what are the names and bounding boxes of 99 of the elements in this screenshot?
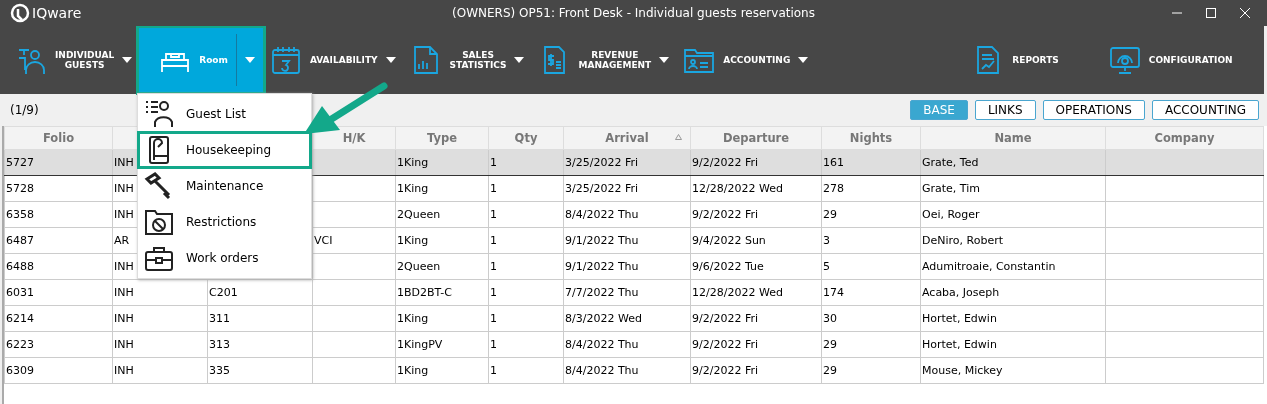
table-cell: 1 [488,227,564,254]
toolbar-button[interactable]: SALES STATISTICS [402,28,532,92]
table-cell: 9/2/2022 Fri [690,305,822,332]
column-header[interactable]: Type [395,126,489,150]
record-count: (1/9) [10,103,39,117]
table-cell: 1 [488,253,564,280]
table-cell: 29 [821,201,921,228]
table-cell: 6358 [4,201,113,228]
table-cell: 174 [821,279,921,306]
table-cell: 1King [395,149,489,176]
table-cell: 1BD2BT-C [395,279,489,306]
table-cell: 1King [395,305,489,332]
table-cell: 1 [488,305,564,332]
table-cell: Hortet, Edwin [920,331,1106,358]
table-cell: 9/2/2022 Fri [690,357,822,384]
table-cell: 8/4/2022 Thu [563,201,691,228]
table-cell: 313 [207,331,313,358]
table-cell: 2Queen [395,201,489,228]
app-name: IQware [32,5,82,21]
close-icon[interactable] [1239,7,1251,19]
toolbar-button[interactable]: INDIVIDUAL GUESTS [8,28,140,92]
view-tab[interactable]: ACCOUNTING [1151,100,1259,120]
table-cell: 1 [488,175,564,202]
table-cell: Grate, Ted [920,149,1106,176]
table-cell: 1 [488,331,564,358]
table-cell: 1 [488,279,564,306]
column-header[interactable]: Folio [4,126,113,150]
table-cell: 2Queen [395,253,489,280]
table-cell: 29 [821,357,921,384]
table-cell: INH [112,331,208,358]
config-icon [1108,44,1141,76]
table-cell: 8/4/2022 Thu [563,357,691,384]
toolbar-button[interactable]: REPORTS [965,28,1066,92]
window-title: (OWNERS) OP51: Front Desk - Individual guests reservations [452,6,815,20]
column-header[interactable]: Qty [488,126,564,150]
table-cell: Hortet, Edwin [920,305,1106,332]
table-cell: 9/2/2022 Fri [690,201,822,228]
table-cell: 1King [395,357,489,384]
table-cell: 5 [821,253,921,280]
list-icon [144,99,174,129]
table-cell: 12/28/2022 Wed [690,279,822,306]
table-cell: 8/3/2022 Wed [563,305,691,332]
toolbar-button[interactable]: CONFIGURATION [1101,28,1240,92]
table-cell: 7/7/2022 Thu [563,279,691,306]
table-cell: 9/2/2022 Fri [690,149,822,176]
column-header[interactable]: Company [1105,126,1264,150]
table-cell: 278 [821,175,921,202]
table-cell: Mouse, Mickey [920,357,1106,384]
table-cell: 161 [821,149,921,176]
table-cell: 1 [488,201,564,228]
table-cell: 3 [821,227,921,254]
table-cell: Oei, Roger [920,201,1106,228]
table-cell: 1King [395,227,489,254]
table-cell: 1 [488,357,564,384]
toolbar-button[interactable]: REVENUE MANAGEMENT [531,28,677,92]
table-cell: 9/1/2022 Thu [563,227,691,254]
menu-item[interactable]: Guest List [138,96,311,132]
table-cell: 6488 [4,253,113,280]
table-cell: 5727 [4,149,113,176]
table-cell: 30 [821,305,921,332]
column-header[interactable]: Nights [821,126,921,150]
table-cell: 1 [488,149,564,176]
table-cell: 3/25/2022 Fri [563,175,691,202]
calendar-icon [269,44,302,76]
toolbar-button[interactable]: ACCOUNTING [676,28,816,92]
table-cell: 6487 [4,227,113,254]
column-header[interactable]: H/K [312,126,396,150]
table-cell: 6223 [4,331,113,358]
table-cell: 6214 [4,305,113,332]
table-cell: INH [112,357,208,384]
forbid-icon [144,207,174,237]
table-cell: 6031 [4,279,113,306]
table-cell: 6309 [4,357,113,384]
table-cell: 3/25/2022 Fri [563,149,691,176]
table-cell: 5728 [4,175,113,202]
table-cell: INH [112,305,208,332]
view-tab[interactable]: OPERATIONS [1042,100,1145,120]
table-cell: 29 [821,331,921,358]
column-header[interactable]: Departure [690,126,822,150]
table-cell: 12/28/2022 Wed [690,175,822,202]
table-cell: 311 [207,305,313,332]
table-cell: 9/4/2022 Sun [690,227,822,254]
table-cell: DeNiro, Robert [920,227,1106,254]
view-tab[interactable]: LINKS [974,100,1036,120]
table-cell: 8/4/2022 Thu [563,331,691,358]
column-header[interactable]: Name [920,126,1106,150]
table-cell: 9/6/2022 Tue [690,253,822,280]
table-cell: Acaba, Joseph [920,279,1106,306]
maximize-icon[interactable] [1205,7,1217,19]
column-header[interactable]: Arrival [563,126,691,150]
table-cell: 9/2/2022 Fri [690,331,822,358]
table-cell: 335 [207,357,313,384]
table-cell: 1King [395,175,489,202]
toolbar-button[interactable]: AVAILABILITY [262,28,403,92]
table-cell: 1KingPV [395,331,489,358]
table-cell: 9/1/2022 Thu [563,253,691,280]
table-cell: Grate, Tim [920,175,1106,202]
logo-icon [10,3,30,23]
table-cell: Adumitroaie, Constantin [920,253,1106,280]
